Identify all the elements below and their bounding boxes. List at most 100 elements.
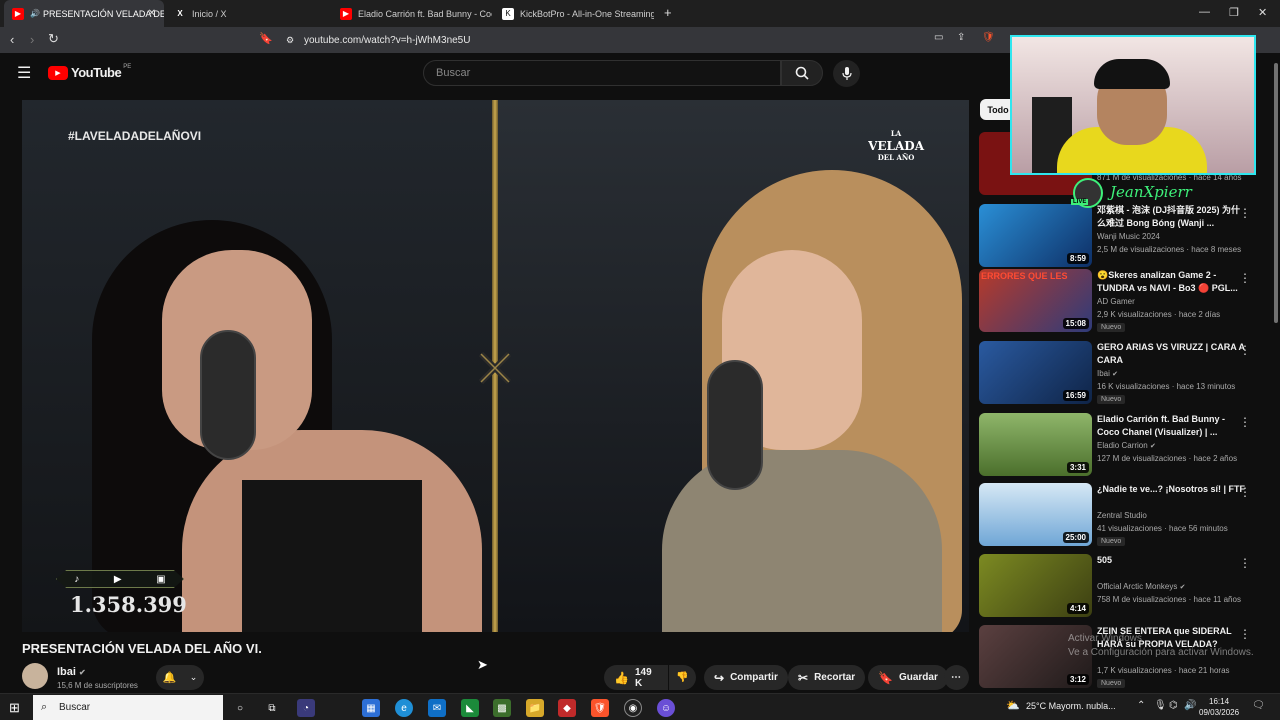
recommendation-item[interactable]: 8:59 邓紫棋 - 泡沫 (DJ抖音版 2025) 为什么难过 Bong Bó…: [979, 204, 1269, 268]
recommendation-item[interactable]: 25:00 ¿Nadie te ve...? ¡Nosotros sí! | F…: [979, 483, 1269, 547]
recommendation-item[interactable]: 4:14 505 Official Arctic Monkeys ✔ 758 M…: [979, 554, 1269, 618]
scrollbar-thumb[interactable]: [1274, 63, 1278, 323]
clip-button[interactable]: ✂ Recortar: [788, 665, 866, 690]
share-label: Compartir: [730, 672, 778, 683]
search-input[interactable]: Buscar: [423, 60, 781, 86]
share-page-icon[interactable]: ⇪: [957, 32, 965, 43]
taskbar-search-placeholder: Buscar: [59, 702, 91, 713]
store-icon[interactable]: ▦: [362, 699, 380, 717]
tab-title: Inicio / X: [192, 8, 227, 19]
network-icon[interactable]: ⌬: [1169, 700, 1178, 711]
weather-text[interactable]: 25°C Mayorm. nubla...: [1026, 701, 1116, 711]
microphone-tray-icon[interactable]: 🎙: [1154, 700, 1167, 711]
edge-icon[interactable]: e: [395, 699, 413, 717]
channel-name-text: Ibai: [57, 666, 76, 678]
video-player[interactable]: #LAVELADADELAÑOVI LA VELADA DEL AÑO ♪ ▶ …: [22, 100, 969, 632]
save-playlist-icon: 🔖: [878, 670, 893, 685]
person-right-body: [662, 450, 942, 632]
tray-chevron-icon[interactable]: ⌃: [1137, 700, 1145, 711]
webcam-streamer-hair: [1094, 59, 1170, 89]
site-info-icon[interactable]: ⚙: [286, 35, 294, 46]
verified-icon: ✔: [79, 668, 86, 677]
back-icon[interactable]: ‹: [10, 32, 14, 47]
app-red-icon[interactable]: ◆: [558, 699, 576, 717]
podcast-microphone-left: [200, 330, 256, 460]
person-left-top: [242, 480, 422, 632]
nvidia-icon[interactable]: ◣: [461, 699, 479, 717]
menu-icon[interactable]: ☰: [17, 63, 31, 83]
rec-channel: AD Gamer: [1097, 297, 1135, 306]
obs-icon[interactable]: ◉: [624, 699, 642, 717]
close-window-icon[interactable]: ✕: [1258, 6, 1267, 19]
verified-icon: ✔: [1149, 443, 1156, 450]
task-view-icon[interactable]: ⧉: [263, 699, 281, 717]
rec-channel: Ibai ✔: [1097, 369, 1118, 378]
tab-x[interactable]: X Inicio / X: [166, 0, 332, 27]
scissors-icon: ✂: [798, 670, 809, 685]
thumbs-down-icon: 👎: [676, 672, 689, 683]
share-button[interactable]: ↪ Compartir: [704, 665, 788, 690]
like-count: 149 K: [634, 666, 652, 689]
rec-meta: 16 K visualizaciones · hace 13 minutos: [1097, 382, 1236, 391]
tab-kickbot[interactable]: K KickBotPro - All-in-One Streaming To: [494, 0, 654, 27]
save-label: Guardar: [898, 672, 938, 683]
tab-eladio[interactable]: ▶ Eladio Carrión ft. Bad Bunny - Coco C: [332, 0, 492, 27]
channel-avatar[interactable]: [22, 663, 48, 689]
streamer-name: JeanXpierr: [1110, 183, 1192, 201]
video-duration: 16:59: [1062, 390, 1089, 401]
cast-icon[interactable]: ▭: [934, 32, 943, 43]
recommendation-item[interactable]: 16:59 GERO ARIAS VS VIRUZZ | CARA A CARA…: [979, 341, 1269, 405]
minimize-icon[interactable]: —: [1199, 6, 1210, 18]
restore-icon[interactable]: ❐: [1229, 6, 1239, 19]
close-tab-icon[interactable]: ✕: [148, 8, 156, 19]
discord-icon[interactable]: ☺: [657, 699, 675, 717]
cortana-icon[interactable]: ○: [231, 699, 249, 717]
address-bar[interactable]: ⚙ youtube.com/watch?v=h-jWhM3ne5U: [280, 30, 1000, 50]
recommendation-item[interactable]: ERRORES QUE LES 15:08 😮Skeres analizan G…: [979, 269, 1269, 333]
search-button[interactable]: [781, 60, 823, 86]
brave-shield-icon[interactable]: 🛡: [982, 32, 995, 43]
more-vertical-icon[interactable]: ⋮: [1239, 206, 1251, 220]
windows-start-icon[interactable]: ⊞: [9, 700, 20, 716]
taskbar-search[interactable]: ⌕ Buscar: [33, 695, 223, 720]
more-actions-button[interactable]: ⋯: [944, 665, 969, 690]
tab-title: KickBotPro - All-in-One Streaming To: [520, 8, 654, 19]
app-gauge-icon[interactable]: ◔: [297, 699, 315, 717]
video-duration: 3:31: [1066, 462, 1089, 473]
page-scrollbar[interactable]: [1272, 53, 1280, 693]
youtube-play-icon: ▶: [48, 65, 68, 80]
verified-icon: ✔: [1179, 584, 1186, 591]
save-button[interactable]: 🔖 Guardar: [868, 665, 948, 690]
voice-search-button[interactable]: [833, 60, 860, 87]
new-badge: Nuevo: [1097, 679, 1126, 688]
recommendation-item[interactable]: 3:31 Eladio Carrión ft. Bad Bunny - Coco…: [979, 413, 1269, 477]
new-tab-button[interactable]: +: [664, 5, 672, 20]
notifications-icon[interactable]: 🗨: [1252, 700, 1265, 711]
brave-browser-icon[interactable]: 🛡: [591, 699, 609, 717]
more-vertical-icon[interactable]: ⋮: [1239, 271, 1251, 285]
youtube-icon: ▶: [113, 573, 122, 585]
dislike-button[interactable]: 👎: [669, 665, 696, 690]
reload-icon[interactable]: ↻: [48, 31, 59, 47]
file-explorer-icon[interactable]: 📁: [526, 699, 544, 717]
tab-velada[interactable]: ▶ 🔊 PRESENTACIÓN VELADA DEL ✕: [4, 0, 164, 27]
velada-logo-line2: VELADA: [868, 139, 924, 153]
youtube-favicon-icon: ▶: [12, 7, 24, 20]
volume-icon[interactable]: 🔊: [1184, 700, 1196, 711]
like-button[interactable]: 👍 149 K: [604, 665, 668, 690]
youtube-logo[interactable]: ▶ YouTube PE: [48, 64, 131, 80]
minecraft-icon[interactable]: ▩: [493, 699, 511, 717]
video-thumbnail: 8:59: [979, 204, 1092, 267]
forward-icon[interactable]: ›: [30, 32, 34, 47]
more-vertical-icon[interactable]: ⋮: [1239, 556, 1251, 570]
taskbar-clock[interactable]: 16:14 09/03/2026: [1199, 696, 1239, 718]
more-vertical-icon[interactable]: ⋮: [1239, 485, 1251, 499]
more-vertical-icon[interactable]: ⋮: [1239, 415, 1251, 429]
notifications-button[interactable]: 🔔 ⌄: [156, 665, 204, 690]
new-badge: Nuevo: [1097, 395, 1126, 404]
channel-name[interactable]: Ibai ✔: [57, 666, 86, 678]
browser-tab-strip: ▶ 🔊 PRESENTACIÓN VELADA DEL ✕ X Inicio /…: [0, 0, 1280, 27]
bookmark-icon[interactable]: 🔖: [259, 32, 273, 45]
mail-icon[interactable]: ✉: [428, 699, 446, 717]
more-vertical-icon[interactable]: ⋮: [1239, 343, 1251, 357]
